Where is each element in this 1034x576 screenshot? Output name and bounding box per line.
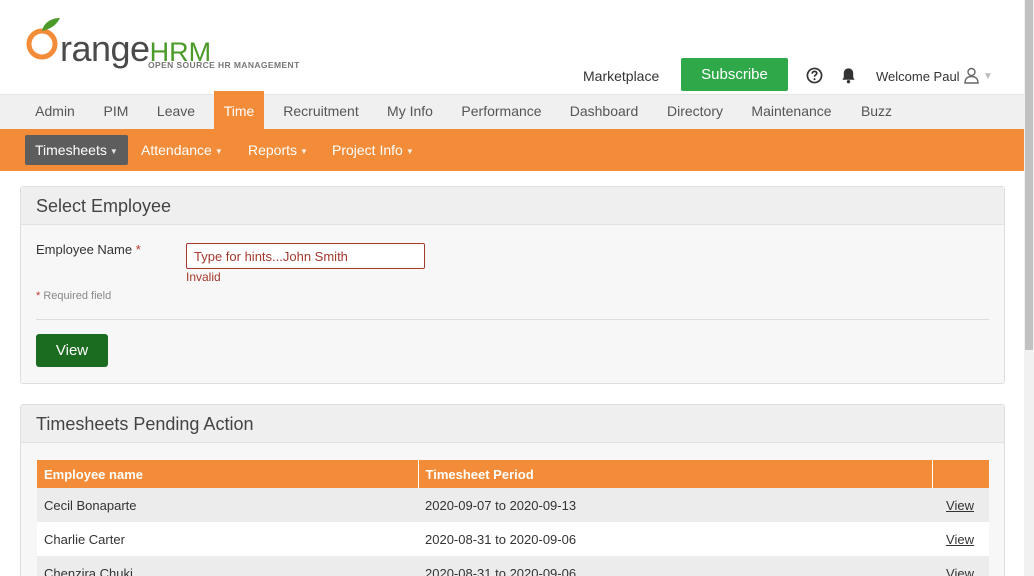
required-field-note: * Required field — [36, 290, 112, 302]
view-link[interactable]: View — [946, 532, 974, 547]
employee-name-label: Employee Name * — [36, 242, 141, 257]
menu-item-maintenance[interactable]: Maintenance — [743, 95, 840, 130]
header: rangeHRM OPEN SOURCE HR MANAGEMENT Marke… — [0, 0, 1024, 94]
table-row: Cecil Bonaparte 2020-09-07 to 2020-09-13… — [37, 488, 989, 522]
help-circle-icon[interactable] — [806, 67, 823, 84]
view-link[interactable]: View — [946, 498, 974, 513]
column-header-timesheet-period[interactable]: Timesheet Period — [418, 460, 933, 488]
select-employee-panel: Select Employee Employee Name * Invalid … — [20, 186, 1005, 384]
submenu-reports[interactable]: Reports ▼ — [238, 135, 318, 165]
menu-item-buzz[interactable]: Buzz — [848, 95, 905, 130]
employee-name-input[interactable] — [186, 243, 425, 269]
panel-title: Select Employee — [21, 187, 1004, 225]
employee-name-cell: Cecil Bonaparte — [37, 488, 418, 522]
column-header-action — [932, 460, 989, 488]
view-link-cell: View — [932, 522, 989, 556]
orange-logo-icon — [26, 18, 60, 60]
employee-name-cell: Charlie Carter — [37, 522, 418, 556]
menu-item-admin[interactable]: Admin — [22, 95, 88, 130]
menu-item-pim[interactable]: PIM — [92, 95, 140, 130]
table-row: Charlie Carter 2020-08-31 to 2020-09-06 … — [37, 522, 989, 556]
marketplace-link[interactable]: Marketplace — [583, 68, 659, 84]
menu-item-recruitment[interactable]: Recruitment — [272, 95, 370, 130]
caret-down-icon: ▼ — [300, 147, 308, 156]
menu-item-time[interactable]: Time — [214, 91, 264, 130]
caret-down-icon: ▼ — [109, 147, 118, 156]
time-submenu: Timesheets ▼ Attendance ▼ Reports ▼ Project… — [0, 129, 1024, 171]
view-link-cell: View — [932, 556, 989, 576]
view-link[interactable]: View — [946, 566, 974, 576]
welcome-user-menu[interactable]: Welcome Paul — [876, 69, 960, 84]
submenu-project-info[interactable]: Project Info ▼ — [322, 135, 424, 165]
menu-item-dashboard[interactable]: Dashboard — [561, 95, 647, 130]
caret-down-icon[interactable]: ▼ — [983, 71, 993, 82]
timesheet-period-cell: 2020-09-07 to 2020-09-13 — [418, 488, 932, 522]
timesheet-period-cell: 2020-08-31 to 2020-09-06 — [418, 556, 932, 576]
submenu-attendance[interactable]: Attendance ▼ — [131, 135, 233, 165]
view-link-cell: View — [932, 488, 989, 522]
submenu-timesheets[interactable]: Timesheets ▼ — [25, 135, 128, 165]
menu-item-leave[interactable]: Leave — [146, 95, 206, 130]
page-scrollbar[interactable] — [1024, 0, 1034, 576]
validation-error: Invalid — [186, 270, 221, 284]
caret-down-icon: ▼ — [214, 147, 223, 156]
orangehrm-logo[interactable]: rangeHRM OPEN SOURCE HR MANAGEMENT — [24, 12, 314, 72]
bell-icon[interactable] — [840, 67, 857, 84]
view-button[interactable]: View — [36, 334, 108, 367]
menu-item-my-info[interactable]: My Info — [378, 95, 442, 130]
pending-timesheets-table: Employee name Timesheet Period Cecil Bon… — [37, 460, 989, 576]
timesheet-period-cell: 2020-08-31 to 2020-09-06 — [418, 522, 932, 556]
scrollbar-thumb[interactable] — [1025, 0, 1033, 350]
employee-name-cell: Chenzira Chuki — [37, 556, 418, 576]
pending-timesheets-panel: Timesheets Pending Action Employee name … — [20, 404, 1005, 576]
table-row: Chenzira Chuki 2020-08-31 to 2020-09-06 … — [37, 556, 989, 576]
subscribe-button[interactable]: Subscribe — [681, 58, 788, 91]
caret-down-icon: ▼ — [405, 147, 414, 156]
main-menu: Admin PIM Leave Time Recruitment My Info… — [0, 91, 1024, 130]
menu-item-directory[interactable]: Directory — [655, 95, 735, 130]
menu-item-performance[interactable]: Performance — [450, 95, 553, 130]
column-header-employee-name[interactable]: Employee name — [37, 460, 419, 488]
divider — [36, 319, 989, 320]
panel-title: Timesheets Pending Action — [21, 405, 1004, 443]
user-icon[interactable] — [964, 67, 979, 84]
logo-tagline: OPEN SOURCE HR MANAGEMENT — [148, 60, 300, 70]
